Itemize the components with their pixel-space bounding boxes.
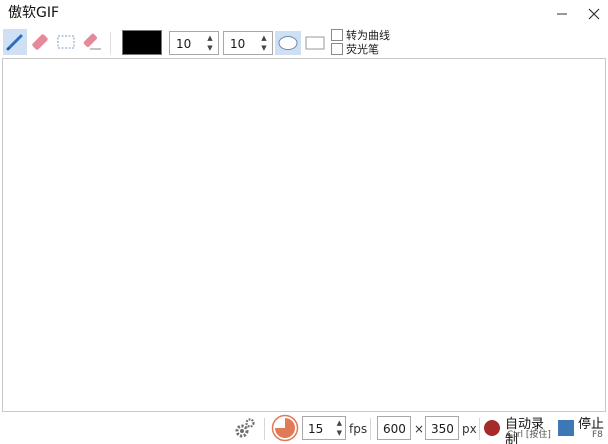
convert-to-curve-label: 转为曲线 <box>346 28 390 42</box>
close-icon <box>588 8 600 20</box>
fps-unit: fps <box>349 422 368 436</box>
app-window: 傲软GIF 10 ▲ ▼ 10 ▲ ▼ 转为曲线 荧光笔 15 ▲ ▼ fps … <box>0 0 608 444</box>
timer-button[interactable] <box>271 414 299 442</box>
settings-button[interactable] <box>233 416 257 440</box>
status-bar: 15 ▲ ▼ fps 600 × 350 px 自动录制 Ctrl [按住] 停… <box>0 412 608 444</box>
toolbar-divider <box>110 32 111 54</box>
px-unit: px <box>462 422 477 436</box>
auto-record-button[interactable]: 自动录制 Ctrl [按住] <box>483 412 555 444</box>
pen-width-value: 10 <box>176 37 192 51</box>
eraser-icon <box>32 34 48 50</box>
title-bar: 傲软GIF <box>0 0 608 28</box>
convert-to-curve-checkbox[interactable] <box>331 29 343 41</box>
status-divider <box>479 418 480 440</box>
decrease-arrow-icon[interactable]: ▼ <box>205 43 215 53</box>
ellipse-shape-button[interactable] <box>275 31 301 55</box>
increase-arrow-icon[interactable]: ▲ <box>337 418 342 428</box>
color-swatch[interactable] <box>122 30 162 55</box>
eraser-tool-button[interactable] <box>28 29 52 55</box>
gear-icon <box>235 418 255 438</box>
select-rect-tool-button[interactable] <box>54 29 78 55</box>
timer-icon <box>271 414 299 442</box>
increase-arrow-icon[interactable]: ▲ <box>259 33 269 43</box>
decrease-arrow-icon[interactable]: ▼ <box>259 43 269 53</box>
capture-height-input[interactable]: 350 <box>425 416 459 440</box>
dimension-times-sign: × <box>414 422 425 436</box>
record-dot-icon <box>484 420 500 436</box>
increase-arrow-icon[interactable]: ▲ <box>205 33 215 43</box>
decrease-arrow-icon[interactable]: ▼ <box>337 428 342 438</box>
capture-height-value: 350 <box>431 422 454 436</box>
convert-to-curve-option[interactable]: 转为曲线 <box>331 28 390 42</box>
rectangle-shape-button[interactable] <box>302 31 328 55</box>
status-divider <box>264 418 265 440</box>
clear-tool-button[interactable] <box>80 29 104 55</box>
stop-square-icon <box>558 420 574 436</box>
drawing-toolbar: 10 ▲ ▼ 10 ▲ ▼ 转为曲线 荧光笔 <box>0 28 608 58</box>
highlighter-option[interactable]: 荧光笔 <box>331 42 379 56</box>
drawing-canvas[interactable] <box>2 58 606 412</box>
fps-value: 15 <box>308 422 324 436</box>
fps-stepper[interactable]: 15 ▲ ▼ <box>302 416 346 440</box>
ellipse-icon <box>278 36 298 50</box>
eraser-line-icon <box>83 33 101 50</box>
minimize-button[interactable] <box>546 0 578 28</box>
close-button[interactable] <box>578 0 608 28</box>
dashed-rect-icon <box>57 35 75 49</box>
stop-hotkey: F8 <box>592 430 603 440</box>
stop-button[interactable]: 停止 F8 <box>557 412 607 444</box>
capture-width-value: 600 <box>383 422 406 436</box>
status-divider <box>370 418 371 440</box>
pen-height-stepper[interactable]: 10 ▲ ▼ <box>223 31 273 55</box>
pen-height-value: 10 <box>230 37 246 51</box>
pen-width-stepper[interactable]: 10 ▲ ▼ <box>169 31 219 55</box>
auto-record-hotkey: Ctrl [按住] <box>507 430 551 440</box>
minimize-icon <box>557 13 567 15</box>
highlighter-label: 荧光笔 <box>346 42 379 56</box>
capture-width-input[interactable]: 600 <box>377 416 411 440</box>
rectangle-icon <box>305 36 325 50</box>
window-title: 傲软GIF <box>8 5 60 21</box>
pen-tool-button[interactable] <box>3 29 27 55</box>
pen-icon <box>6 34 23 51</box>
highlighter-checkbox[interactable] <box>331 43 343 55</box>
